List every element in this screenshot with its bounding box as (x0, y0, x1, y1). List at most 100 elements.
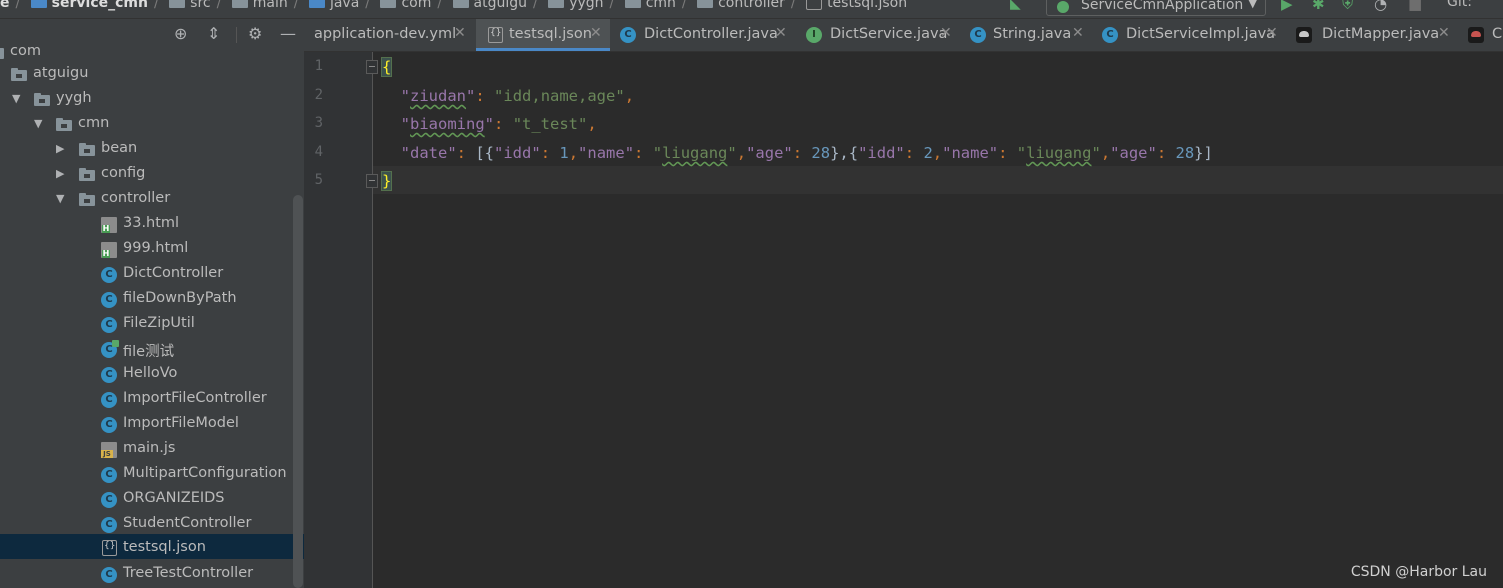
json-key: "idd" (494, 144, 541, 162)
breadcrumb-item-yygh[interactable]: yygh (548, 0, 604, 11)
java-class-icon (101, 567, 117, 583)
tree-item-filedownbypath[interactable]: fileDownByPath (0, 287, 304, 312)
tree-item-atguigu[interactable]: atguigu (0, 62, 304, 87)
breadcrumb-item-java[interactable]: java (308, 0, 359, 11)
breadcrumb-item-src[interactable]: src (169, 0, 211, 11)
folder-icon (34, 92, 50, 108)
chevron-down-icon[interactable]: ▼ (12, 92, 20, 105)
tree-item-file-test[interactable]: file测试 (0, 337, 304, 362)
json-number: 2 (923, 144, 933, 162)
java-class-icon (101, 317, 117, 333)
breadcrumb-item-cmn[interactable]: cmn (624, 0, 676, 11)
tree-item-fileziputil[interactable]: FileZipUtil (0, 312, 304, 337)
spring-boot-icon (1057, 1, 1069, 13)
tree-item-cmn[interactable]: ▼ cmn (0, 112, 304, 137)
close-icon[interactable]: ✕ (1072, 25, 1084, 41)
close-icon[interactable]: ✕ (1438, 25, 1450, 41)
fold-collapse-icon[interactable] (366, 60, 378, 74)
chevron-right-icon[interactable]: ▶ (56, 167, 64, 180)
breadcrumb-item-com[interactable]: com (380, 0, 431, 11)
html-file-icon (101, 217, 117, 233)
chevron-right-icon[interactable]: ▶ (56, 142, 64, 155)
close-icon[interactable]: ✕ (454, 25, 466, 41)
breadcrumb-item-atguigu[interactable]: atguigu (452, 0, 527, 11)
code-editor[interactable]: 1 2 3 4 5 { "ziudan": "idd,name,age", "b… (304, 52, 1503, 588)
java-class-icon (620, 27, 636, 43)
folder-icon (548, 0, 565, 8)
folder-icon (697, 0, 714, 8)
close-icon[interactable]: ✕ (590, 25, 602, 41)
json-key: "biaoming" (400, 115, 495, 133)
json-string: "t_test" (512, 115, 588, 133)
editor-tab-bar: application-dev.yml ✕ testsql.json ✕ Dic… (304, 19, 1503, 52)
tree-item-hellovo[interactable]: HelloVo (0, 362, 304, 387)
tab-dictcontroller-java[interactable]: DictController.java ✕ (612, 19, 792, 51)
tree-item-999-html[interactable]: 999.html (0, 237, 304, 262)
line-number: 5 (314, 172, 323, 188)
json-string: "idd,name,age" (494, 87, 625, 105)
close-icon[interactable]: ✕ (940, 25, 952, 41)
json-file-icon (806, 0, 823, 10)
java-class-icon (101, 267, 117, 283)
coverage-icon[interactable]: ⛨ (1342, 0, 1353, 13)
folder-icon (0, 45, 4, 61)
tab-testsql-json[interactable]: testsql.json ✕ (476, 19, 610, 51)
breadcrumb-item-project[interactable]: e (0, 0, 10, 11)
java-class-icon (101, 417, 117, 433)
tab-dictserviceimpl-java[interactable]: DictServiceImpl.java ✕ (1094, 19, 1284, 51)
vertical-scrollbar[interactable] (293, 195, 303, 588)
tree-item-testsql-json[interactable]: testsql.json (0, 534, 304, 559)
java-class-icon (101, 467, 117, 483)
java-runnable-class-icon (101, 340, 119, 358)
stop-icon[interactable]: ■ (1408, 0, 1422, 13)
tree-item-importfilemodel[interactable]: ImportFileModel (0, 412, 304, 437)
tree-item-main-js[interactable]: main.js (0, 437, 304, 462)
debug-icon[interactable]: ✱ (1312, 0, 1325, 13)
tree-item-treetestcontroller[interactable]: TreeTestController (0, 562, 304, 587)
code-content[interactable]: { "ziudan": "idd,name,age", "biaoming": … (380, 52, 1213, 191)
profile-icon[interactable]: ◔ (1374, 0, 1387, 13)
json-key: "name" (578, 144, 635, 162)
json-file-icon (102, 540, 117, 556)
build-hammer-icon[interactable]: ◣ (1010, 0, 1021, 12)
chevron-down-icon: ▼ (1248, 0, 1257, 10)
java-class-icon (101, 367, 117, 383)
java-class-icon (101, 517, 117, 533)
line-number: 1 (314, 58, 323, 74)
breadcrumb-item-module[interactable]: service_cmn (30, 0, 148, 11)
tree-item-importfilecontroller[interactable]: ImportFileController (0, 387, 304, 412)
line-number: 3 (314, 115, 323, 131)
code-line-4: "date": [{"idd": 1,"name": "liugang","ag… (400, 144, 1213, 162)
tab-application-dev-yml[interactable]: application-dev.yml ✕ (304, 19, 474, 51)
tab-dictservice-java[interactable]: DictService.java ✕ (796, 19, 960, 51)
folder-icon (56, 117, 72, 133)
chevron-down-icon[interactable]: ▼ (56, 192, 64, 205)
tab-string-java[interactable]: String.java ✕ (964, 19, 1094, 51)
chevron-down-icon[interactable]: ▼ (34, 117, 42, 130)
tree-item-33-html[interactable]: 33.html (0, 212, 304, 237)
tree-item-bean[interactable]: ▶ bean (0, 137, 304, 162)
line-number: 4 (314, 144, 323, 160)
run-configuration-select[interactable]: ServiceCmnApplication ▼ (1046, 0, 1266, 16)
mybatis-mapper-icon (1468, 27, 1484, 43)
tab-dictmapper-java[interactable]: DictMapper.java ✕ (1288, 19, 1458, 51)
run-icon[interactable]: ▶ (1281, 0, 1293, 13)
mybatis-mapper-icon (1296, 27, 1312, 43)
watermark: CSDN @Harbor Lau (1350, 564, 1487, 580)
tab-overflow-partial[interactable]: C (1462, 19, 1503, 51)
tree-item-organizeids[interactable]: ORGANIZEIDS (0, 487, 304, 512)
breadcrumb-item-main[interactable]: main (231, 0, 288, 11)
tree-item-yygh[interactable]: ▼ yygh (0, 87, 304, 112)
breadcrumb-item-controller[interactable]: controller (697, 0, 785, 11)
breadcrumb-item-file[interactable]: testsql.json (806, 0, 907, 11)
folder-icon (79, 192, 95, 208)
fold-end-icon[interactable] (366, 174, 378, 188)
tree-item-dictcontroller[interactable]: DictController (0, 262, 304, 287)
tree-item-multipartconfiguration[interactable]: MultipartConfiguration (0, 462, 304, 487)
module-folder-icon (30, 0, 47, 8)
caret-row-highlight (373, 166, 1503, 194)
tree-item-controller[interactable]: ▼ controller (0, 187, 304, 212)
close-icon[interactable]: ✕ (775, 25, 787, 41)
close-icon[interactable]: ✕ (1266, 25, 1278, 41)
tree-item-config[interactable]: ▶ config (0, 162, 304, 187)
